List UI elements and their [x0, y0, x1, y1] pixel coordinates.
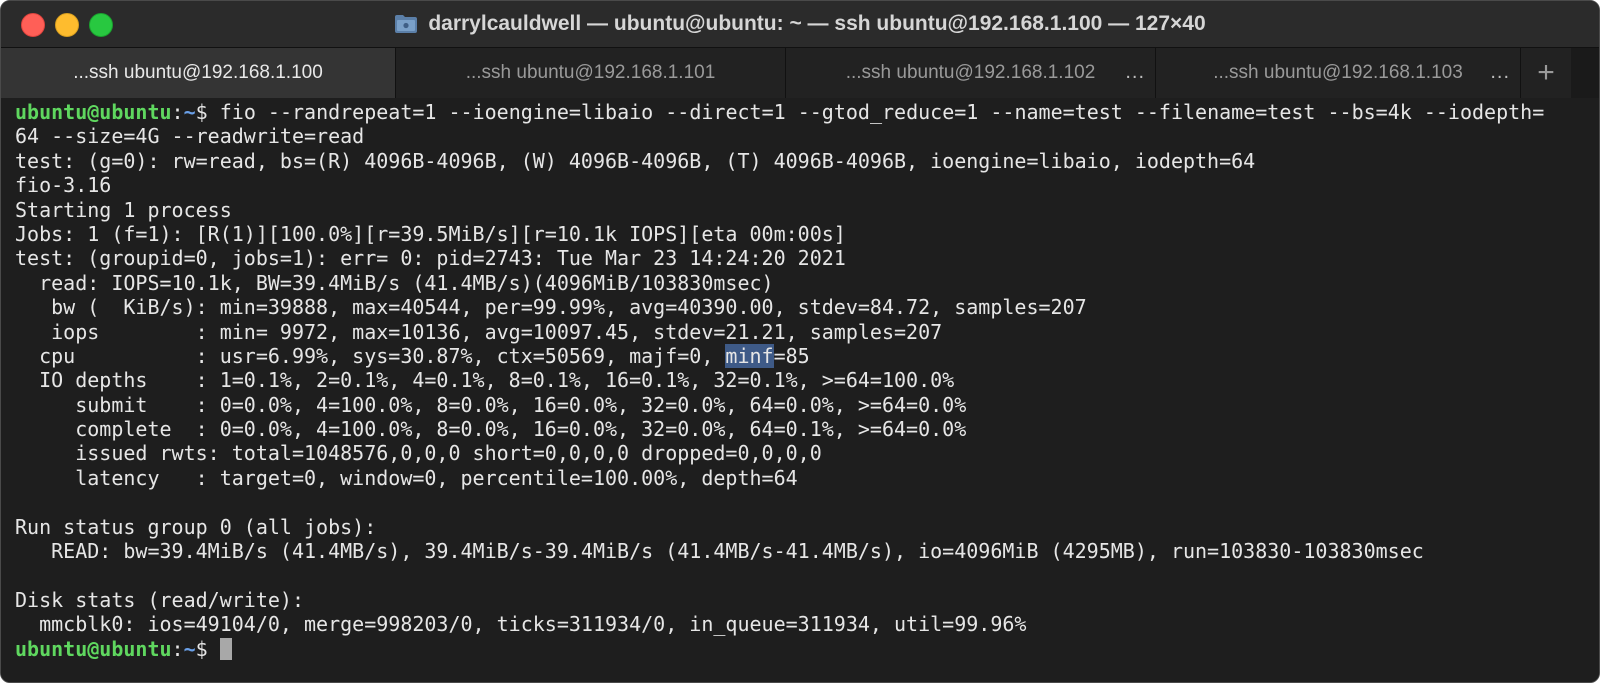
title-bar[interactable]: darrylcauldwell — ubuntu@ubuntu: ~ — ssh…: [1, 1, 1599, 47]
command-text: fio --randrepeat=1 --ioengine=libaio --d…: [219, 100, 1545, 124]
output-line: test: (g=0): rw=read, bs=(R) 4096B-4096B…: [15, 148, 1256, 173]
cpu-text-end: =85: [773, 343, 810, 368]
prompt-path: ~: [183, 100, 196, 124]
prompt-colon: :: [171, 100, 184, 124]
command-line-wrap: 64 --size=4G --readwrite=read: [15, 124, 365, 149]
tab-ssh-101[interactable]: ...ssh ubuntu@192.168.1.101: [396, 48, 786, 98]
tab-label: ...ssh ubuntu@192.168.1.101: [465, 62, 716, 83]
tab-label: ...ssh ubuntu@192.168.1.103: [1213, 62, 1463, 83]
selected-text[interactable]: minf: [725, 343, 774, 368]
output-line: Starting 1 process: [15, 197, 232, 222]
tab-overflow-icon[interactable]: ...: [1125, 61, 1145, 84]
output-line-cpu: cpu : usr=6.99%, sys=30.87%, ctx=50569, …: [15, 343, 1599, 368]
output-line: fio-3.16: [15, 173, 112, 198]
output-line: test: (groupid=0, jobs=1): err= 0: pid=2…: [15, 246, 846, 271]
output-line: complete : 0=0.0%, 4=100.0%, 8=0.0%, 16=…: [15, 417, 967, 442]
terminal-output[interactable]: ubuntu@ubuntu:~$ fio --randrepeat=1 --io…: [1, 98, 1599, 682]
terminal-window: darrylcauldwell — ubuntu@ubuntu: ~ — ssh…: [0, 0, 1600, 683]
output-line: iops : min= 9972, max=10136, avg=10097.4…: [15, 319, 943, 344]
folder-icon: [394, 14, 418, 34]
zoom-button[interactable]: [89, 13, 113, 37]
output-line: read: IOPS=10.1k, BW=39.4MiB/s (41.4MB/s…: [15, 270, 774, 295]
output-line: Run status group 0 (all jobs):: [15, 514, 377, 539]
output-line: mmcblk0: ios=49104/0, merge=998203/0, ti…: [15, 612, 1027, 637]
new-tab-button[interactable]: +: [1521, 48, 1571, 98]
window-title: darrylcauldwell — ubuntu@ubuntu: ~ — ssh…: [394, 12, 1206, 36]
output-line: bw ( KiB/s): min=39888, max=40544, per=9…: [15, 295, 1087, 320]
output-line: Jobs: 1 (f=1): [R(1)][100.0%][r=39.5MiB/…: [15, 221, 846, 246]
tab-ssh-102[interactable]: ...ssh ubuntu@192.168.1.102 ...: [786, 48, 1156, 98]
cpu-text: cpu : usr=6.99%, sys=30.87%, ctx=50569, …: [15, 343, 726, 368]
tab-bar: ...ssh ubuntu@192.168.1.100 ...ssh ubunt…: [1, 47, 1599, 99]
prompt-user: ubuntu@ubuntu: [15, 100, 172, 124]
minimize-button[interactable]: [55, 13, 79, 37]
prompt-symbol: $: [195, 100, 220, 124]
prompt-line[interactable]: ubuntu@ubuntu:~$: [15, 637, 1599, 661]
tab-label: ...ssh ubuntu@192.168.1.100: [73, 62, 323, 83]
tab-ssh-103[interactable]: ...ssh ubuntu@192.168.1.103 ...: [1156, 48, 1521, 98]
prompt-colon: :: [171, 636, 184, 661]
output-line: READ: bw=39.4MiB/s (41.4MB/s), 39.4MiB/s…: [15, 539, 1424, 564]
output-line: latency : target=0, window=0, percentile…: [15, 465, 798, 490]
tab-label: ...ssh ubuntu@192.168.1.102: [845, 62, 1096, 83]
command-line: ubuntu@ubuntu:~$ fio --randrepeat=1 --io…: [15, 100, 1599, 124]
plus-icon: +: [1537, 56, 1555, 89]
text-cursor: [219, 637, 232, 660]
prompt-symbol: $: [195, 636, 220, 661]
window-controls: [21, 13, 113, 37]
window-title-text: darrylcauldwell — ubuntu@ubuntu: ~ — ssh…: [428, 12, 1206, 35]
close-button[interactable]: [21, 13, 45, 37]
output-line: Disk stats (read/write):: [15, 587, 304, 612]
output-line: issued rwts: total=1048576,0,0,0 short=0…: [15, 441, 822, 466]
tab-ssh-100[interactable]: ...ssh ubuntu@192.168.1.100: [1, 48, 396, 98]
prompt-path: ~: [183, 636, 196, 661]
output-line: submit : 0=0.0%, 4=100.0%, 8=0.0%, 16=0.…: [15, 392, 967, 417]
prompt-user: ubuntu@ubuntu: [15, 636, 172, 661]
output-line: IO depths : 1=0.1%, 2=0.1%, 4=0.1%, 8=0.…: [15, 368, 955, 393]
tab-overflow-icon[interactable]: ...: [1490, 61, 1510, 84]
